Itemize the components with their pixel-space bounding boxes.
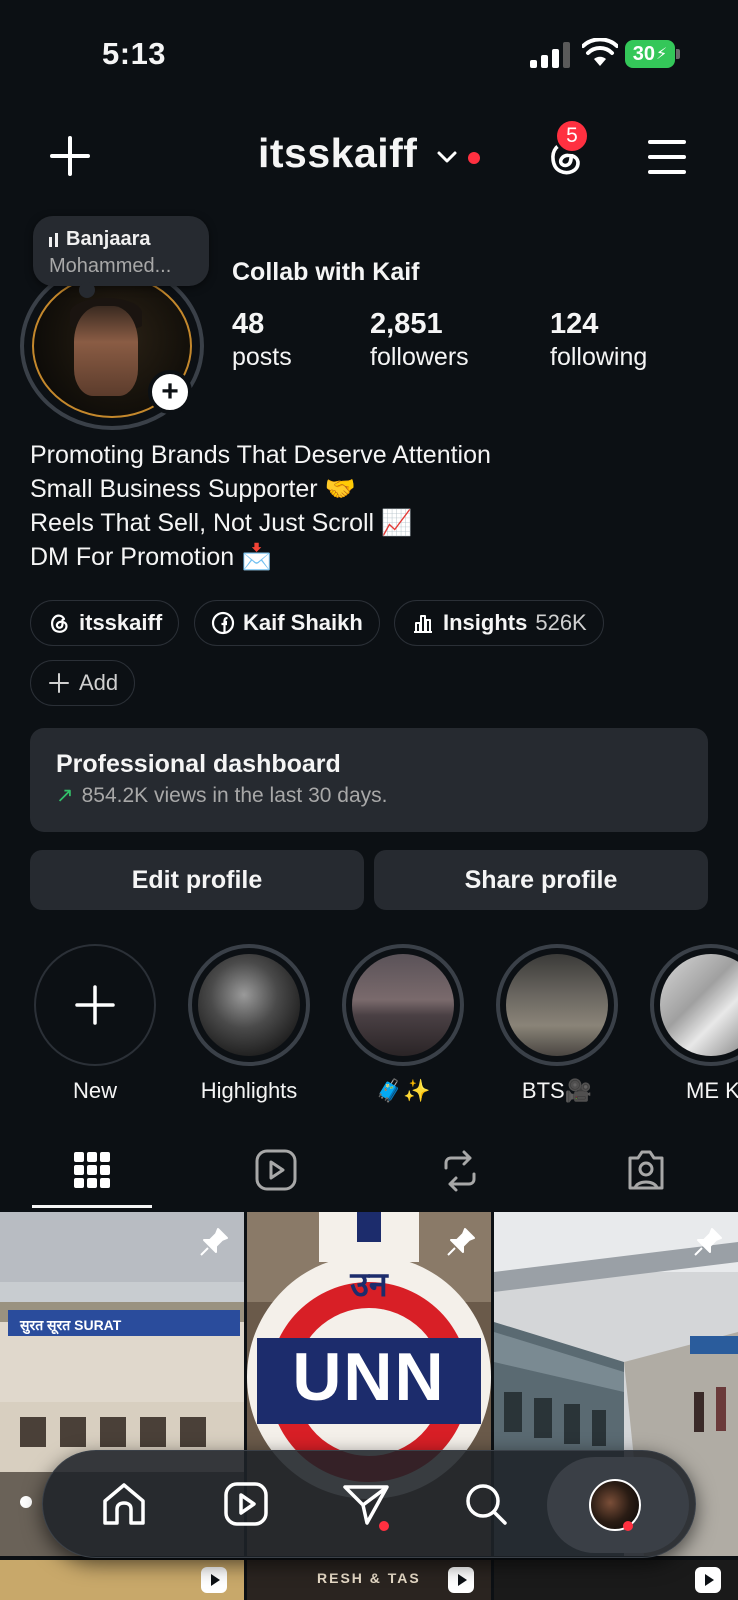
followers-label: followers xyxy=(370,343,469,371)
highlight-cover xyxy=(198,954,300,1056)
status-time: 5:13 xyxy=(102,36,167,71)
posts-stat[interactable]: 48 posts xyxy=(232,308,292,372)
threads-link-label: itsskaiff xyxy=(79,610,163,635)
post-top-text: उन xyxy=(350,1266,388,1304)
wifi-icon xyxy=(582,38,618,66)
highlight-cover xyxy=(506,954,608,1056)
avatar-face xyxy=(74,306,138,396)
highlight-new[interactable]: New xyxy=(34,944,156,1104)
reels-icon[interactable] xyxy=(219,1477,273,1531)
home-icon[interactable] xyxy=(97,1477,151,1531)
highlight-item[interactable]: ME K xyxy=(650,944,738,1104)
create-plus-icon[interactable] xyxy=(48,134,92,178)
highlight-item[interactable]: BTS🎥 xyxy=(496,944,618,1104)
highlight-item[interactable]: 🧳✨ xyxy=(342,944,464,1104)
messages-unread-dot xyxy=(379,1521,389,1531)
profile-nav-avatar[interactable] xyxy=(589,1479,641,1531)
bio-line: Promoting Brands That Deserve Attention xyxy=(30,441,491,469)
active-tab-indicator xyxy=(32,1205,152,1208)
insights-bar-chart-icon xyxy=(414,615,432,633)
plus-icon xyxy=(49,673,69,693)
post-thumbnail[interactable]: RESH & TAS xyxy=(247,1560,491,1600)
search-icon[interactable] xyxy=(459,1477,513,1531)
followers-count: 2,851 xyxy=(370,308,443,340)
reel-icon xyxy=(201,1567,227,1593)
facebook-link-label: Kaif Shaikh xyxy=(243,610,363,635)
add-link-label: Add xyxy=(79,670,119,695)
insights-chip[interactable]: Insights 526K xyxy=(394,600,604,646)
pin-icon xyxy=(447,1228,475,1256)
post-thumbnail[interactable] xyxy=(0,1560,244,1600)
chevron-down-icon[interactable] xyxy=(436,148,458,166)
followers-stat[interactable]: 2,851 followers xyxy=(370,308,469,372)
threads-link-chip[interactable]: itsskaiff xyxy=(30,600,180,646)
posts-label: posts xyxy=(232,343,292,371)
highlight-cover xyxy=(352,954,454,1056)
menu-icon[interactable] xyxy=(648,140,686,174)
profile-bio: Promoting Brands That Deserve Attention … xyxy=(30,438,491,574)
new-highlight-circle xyxy=(34,944,156,1066)
reel-icon xyxy=(695,1567,721,1593)
highlight-label: Highlights xyxy=(200,1078,298,1103)
grid-tab-icon[interactable] xyxy=(68,1148,116,1194)
bottom-navigation xyxy=(42,1450,696,1558)
account-switch-dot xyxy=(468,152,480,164)
reels-tab-icon[interactable] xyxy=(252,1148,300,1194)
note-artist: Mohammed... xyxy=(49,255,172,277)
share-profile-button[interactable]: Share profile xyxy=(374,850,708,910)
threads-icon xyxy=(51,614,68,633)
post-thumbnail[interactable] xyxy=(494,1560,738,1600)
insights-label: Insights xyxy=(443,610,528,635)
pin-icon xyxy=(694,1228,722,1256)
facebook-icon xyxy=(211,611,235,635)
plus-icon xyxy=(75,985,115,1025)
highlight-label: New xyxy=(72,1078,117,1103)
following-label: following xyxy=(550,343,648,371)
professional-dashboard-card[interactable]: Professional dashboard ↗ 854.2K views in … xyxy=(30,728,708,832)
highlight-label: 🧳✨ xyxy=(375,1078,431,1103)
following-stat[interactable]: 124 following xyxy=(550,308,647,372)
dashboard-subtitle-row: ↗ 854.2K views in the last 30 days. xyxy=(56,783,682,808)
music-bars-icon xyxy=(49,232,58,247)
post-main-text: UNN xyxy=(292,1339,446,1415)
battery-indicator: 30 ⚡ xyxy=(625,40,675,68)
highlight-cover xyxy=(660,954,738,1056)
note-song: Banjaara xyxy=(66,228,151,250)
note-bubble[interactable]: Banjaara Mohammed... xyxy=(33,216,209,298)
following-count: 124 xyxy=(550,308,599,340)
profile-nav-dot xyxy=(623,1521,633,1531)
dashboard-subtitle: 854.2K views in the last 30 days. xyxy=(81,784,388,807)
reposts-tab-icon[interactable] xyxy=(436,1148,484,1194)
post-sign-text: सुरत सूरत SURAT xyxy=(20,1317,122,1333)
cellular-signal-icon xyxy=(530,40,578,68)
add-link-chip[interactable]: Add xyxy=(30,660,136,706)
reel-icon xyxy=(448,1567,474,1593)
tagged-tab-icon[interactable] xyxy=(622,1148,670,1194)
post-text: RESH & TAS xyxy=(317,1570,421,1586)
posts-count: 48 xyxy=(232,308,265,340)
bio-line: Reels That Sell, Not Just Scroll 📈 xyxy=(30,509,413,537)
add-story-button[interactable]: + xyxy=(148,370,192,414)
highlight-label: ME K xyxy=(686,1078,738,1103)
display-name: Collab with Kaif xyxy=(232,258,420,286)
bio-line: DM For Promotion 📩 xyxy=(30,543,273,571)
edit-profile-button[interactable]: Edit profile xyxy=(30,850,364,910)
bio-line: Small Business Supporter 🤝 xyxy=(30,475,356,503)
insights-value: 526K xyxy=(535,610,587,635)
profile-username[interactable]: itsskaiff xyxy=(258,130,417,177)
dashboard-title: Professional dashboard xyxy=(56,750,341,778)
trend-up-arrow-icon: ↗ xyxy=(56,784,74,807)
pin-icon xyxy=(200,1228,228,1256)
battery-cap xyxy=(676,49,680,59)
highlight-label: BTS🎥 xyxy=(521,1078,593,1103)
highlight-item[interactable]: Highlights xyxy=(188,944,310,1104)
notification-badge: 5 xyxy=(554,118,590,154)
facebook-link-chip[interactable]: Kaif Shaikh xyxy=(194,600,380,646)
